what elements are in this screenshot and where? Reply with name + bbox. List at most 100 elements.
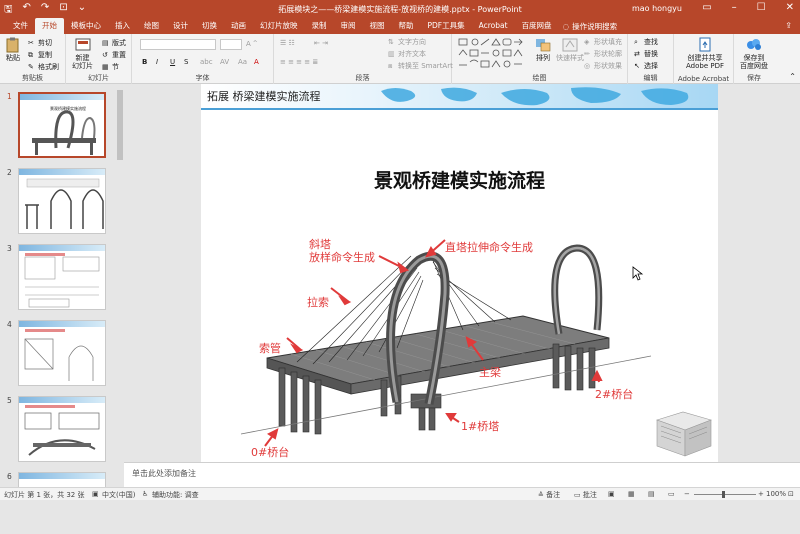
italic-button[interactable]: I bbox=[156, 58, 158, 66]
close-icon[interactable]: ✕ bbox=[786, 2, 794, 13]
shape-fill-button[interactable]: ◈ 形状填充 bbox=[584, 37, 622, 47]
zoom-out-icon[interactable]: − bbox=[684, 490, 690, 498]
font-color-icon[interactable]: A bbox=[254, 58, 259, 66]
notes-toggle-button[interactable]: ≙ 备注 bbox=[538, 490, 560, 500]
thumbnail-slide-5[interactable]: 5 bbox=[0, 388, 124, 462]
thumbnail-slide-4[interactable]: 4 bbox=[0, 312, 124, 386]
indent-icon[interactable]: ⇤ ⇥ bbox=[314, 39, 328, 47]
tab-view[interactable]: 视图 bbox=[363, 18, 392, 34]
annotation-straight-tower[interactable]: 直塔拉伸命令生成 bbox=[445, 241, 533, 254]
annotation-slant-tower[interactable]: 斜塔 放样命令生成 bbox=[309, 238, 375, 264]
user-name[interactable]: mao hongyu bbox=[632, 4, 682, 13]
align-text-button[interactable]: ▥ 对齐文本 bbox=[388, 49, 426, 59]
annotation-tower-1[interactable]: 1#桥塔 bbox=[461, 420, 499, 433]
strikethrough-button[interactable]: S bbox=[184, 58, 188, 66]
minimize-icon[interactable]: – bbox=[732, 2, 737, 13]
spellcheck-icon[interactable]: ▣ bbox=[92, 490, 99, 498]
tab-insert[interactable]: 插入 bbox=[108, 18, 137, 34]
maximize-icon[interactable]: ☐ bbox=[757, 2, 766, 13]
scrollbar-thumb[interactable] bbox=[117, 90, 123, 160]
bold-button[interactable]: B bbox=[142, 58, 147, 66]
font-size-box[interactable] bbox=[220, 39, 242, 50]
collapse-ribbon-icon[interactable]: ⌃ bbox=[789, 72, 796, 81]
slideshow-view-icon[interactable]: ▭ bbox=[668, 490, 675, 498]
select-label: 选择 bbox=[644, 62, 658, 70]
language-indicator[interactable]: 中文(中国) bbox=[102, 490, 135, 500]
replace-button[interactable]: ⇄ 替换 bbox=[634, 49, 658, 59]
char-spacing-icon[interactable]: AV bbox=[220, 58, 229, 66]
zoom-slider[interactable] bbox=[694, 494, 756, 495]
tab-record[interactable]: 录制 bbox=[305, 18, 334, 34]
arrange-button[interactable]: 排列 bbox=[534, 37, 552, 62]
save-baidu-button[interactable]: 保存到 百度网盘 bbox=[736, 37, 772, 70]
annotation-cable[interactable]: 拉索 bbox=[307, 296, 329, 309]
slide-banner-title: 拓展 桥梁建模实施流程 bbox=[207, 90, 321, 103]
annotation-cable-tube[interactable]: 索管 bbox=[259, 342, 281, 355]
tab-design[interactable]: 设计 bbox=[166, 18, 195, 34]
underline-button[interactable]: U bbox=[170, 58, 175, 66]
tab-acrobat[interactable]: Acrobat bbox=[472, 18, 515, 34]
copy-button[interactable]: ⧉ 复制 bbox=[28, 50, 52, 60]
tell-me-search[interactable]: ◌ 操作说明搜索 bbox=[563, 21, 618, 32]
text-shadow-icon[interactable]: abc bbox=[200, 58, 213, 66]
find-button[interactable]: ⌕ 查找 bbox=[634, 37, 658, 47]
accessibility-icon[interactable]: ♿ bbox=[142, 490, 148, 498]
tab-home[interactable]: 开始 bbox=[35, 18, 64, 34]
layout-button[interactable]: ▤ 版式 bbox=[102, 38, 126, 48]
shapes-gallery[interactable] bbox=[458, 38, 528, 70]
thumbnail-slide-1[interactable]: 1 景观桥建模实施流程 bbox=[0, 84, 124, 158]
font-grow-icon[interactable]: A ^ bbox=[246, 40, 258, 48]
pen-icon: ✏ bbox=[584, 50, 590, 58]
thumbnail-slide-2[interactable]: 2 bbox=[0, 160, 124, 234]
font-name-box[interactable] bbox=[140, 39, 216, 50]
zoom-slider-thumb[interactable] bbox=[722, 491, 725, 498]
annotation-main-beam[interactable]: 主梁 bbox=[479, 366, 501, 379]
share-icon[interactable]: ⇪ bbox=[785, 21, 792, 30]
text-direction-button[interactable]: ⇅ 文字方向 bbox=[388, 37, 426, 47]
shape-effects-button[interactable]: ◎ 形状效果 bbox=[584, 61, 622, 71]
thumbnail-scrollbar[interactable] bbox=[116, 84, 124, 474]
shape-effects-label: 形状效果 bbox=[594, 62, 622, 70]
tab-templates[interactable]: 模板中心 bbox=[64, 18, 108, 34]
comments-toggle-button[interactable]: ▭ 批注 bbox=[574, 490, 597, 500]
cut-button[interactable]: ✂ 剪切 bbox=[28, 38, 52, 48]
annotation-pier-2[interactable]: 2#桥台 bbox=[595, 388, 633, 401]
notes-pane[interactable]: 单击此处添加备注 bbox=[124, 462, 800, 487]
fit-to-window-icon[interactable]: ⊡ bbox=[788, 490, 794, 498]
accessibility-status[interactable]: 辅助功能: 调查 bbox=[152, 490, 199, 500]
tab-pdf-tools[interactable]: PDF工具集 bbox=[421, 18, 472, 34]
status-bar: 幻灯片 第 1 张，共 32 张 ▣ 中文(中国) ♿ 辅助功能: 调查 ≙ 备… bbox=[0, 487, 800, 500]
ribbon-display-icon[interactable]: ▭ bbox=[702, 2, 711, 13]
change-case-icon[interactable]: Aa bbox=[238, 58, 247, 66]
tab-review[interactable]: 审阅 bbox=[334, 18, 363, 34]
zoom-in-icon[interactable]: + bbox=[758, 490, 764, 498]
select-button[interactable]: ↖ 选择 bbox=[634, 61, 658, 71]
annotation-pier-0[interactable]: 0#桥台 bbox=[251, 446, 289, 459]
normal-view-icon[interactable]: ▣ bbox=[608, 490, 615, 498]
new-slide-button[interactable]: 新建 幻灯片 bbox=[72, 37, 93, 70]
create-share-pdf-button[interactable]: 创建并共享 Adobe PDF bbox=[680, 37, 730, 70]
tab-help[interactable]: 帮助 bbox=[392, 18, 421, 34]
reading-view-icon[interactable]: ▤ bbox=[648, 490, 655, 498]
tab-slideshow[interactable]: 幻灯片放映 bbox=[253, 18, 305, 34]
notes-placeholder: 单击此处添加备注 bbox=[132, 469, 196, 478]
group-font: A ^ B I U S abc AV Aa A 字体 bbox=[132, 34, 274, 84]
zoom-level[interactable]: 100% bbox=[766, 490, 786, 498]
quick-styles-button[interactable]: 快速样式 bbox=[556, 37, 584, 62]
reset-button[interactable]: ↺ 重置 bbox=[102, 50, 126, 60]
tab-draw[interactable]: 绘图 bbox=[137, 18, 166, 34]
slide-main-title[interactable]: 景观桥建模实施流程 bbox=[201, 166, 718, 193]
shape-outline-button[interactable]: ✏ 形状轮廓 bbox=[584, 49, 622, 59]
format-painter-button[interactable]: ✎ 格式刷 bbox=[28, 62, 59, 72]
bullets-icon[interactable]: ☰ ☷ bbox=[280, 39, 295, 47]
tab-animations[interactable]: 动画 bbox=[224, 18, 253, 34]
slide-sorter-icon[interactable]: ▦ bbox=[628, 490, 635, 498]
thumbnail-slide-3[interactable]: 3 bbox=[0, 236, 124, 310]
section-button[interactable]: ▦ 节 bbox=[102, 62, 119, 72]
smartart-button[interactable]: ⧈ 转换至 SmartArt bbox=[388, 61, 453, 71]
tab-file[interactable]: 文件 bbox=[6, 18, 35, 34]
paste-button[interactable]: 粘贴 bbox=[4, 37, 22, 62]
tab-transitions[interactable]: 切换 bbox=[195, 18, 224, 34]
tab-baidu-netdisk[interactable]: 百度网盘 bbox=[515, 18, 559, 34]
align-icons[interactable]: ≡ ≡ ≡ ≡ ≣ bbox=[280, 58, 318, 66]
